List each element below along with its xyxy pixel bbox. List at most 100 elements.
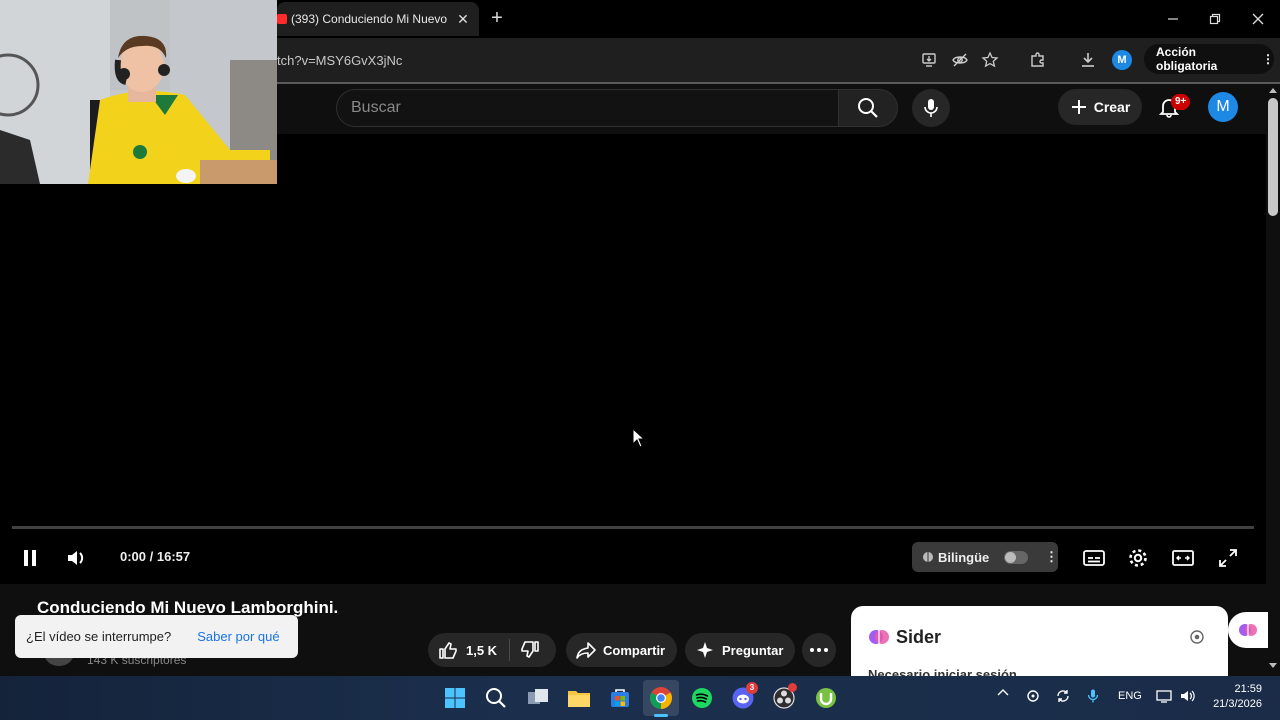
eye-off-icon [952,53,968,67]
minimize-button[interactable] [1158,6,1188,32]
tracking-protection-button[interactable] [948,48,972,72]
search-box[interactable] [336,89,838,127]
profile-button[interactable]: M [1110,48,1134,72]
scroll-up-arrow-icon[interactable] [1268,86,1278,94]
task-view-icon [528,689,548,704]
microphone-tray-icon[interactable] [1087,689,1099,703]
webcam-overlay [0,0,277,184]
video-player[interactable] [0,134,1266,584]
tray-overflow-icon[interactable] [997,688,1009,696]
share-icon [576,642,596,659]
clock-time: 21:59 [1234,683,1262,695]
settings-button[interactable] [1123,543,1153,573]
share-button[interactable]: Compartir [566,633,677,667]
utorrent-icon [816,688,836,708]
more-horiz-icon [810,648,828,652]
learn-why-link[interactable]: Saber por qué [197,629,279,644]
theater-mode-button[interactable] [1168,543,1198,573]
volume-icon [68,551,84,565]
like-dislike-group: 1,5 K [428,633,556,667]
time-display: 0:00 / 16:57 [120,549,191,564]
chrome-taskbar-button[interactable] [643,680,679,716]
dislike-button[interactable] [510,640,550,660]
speaker-icon[interactable] [1180,689,1196,703]
new-tab-button[interactable]: + [486,8,508,30]
taskbar-clock[interactable]: 21:59 21/3/2026 [1208,682,1262,712]
bilingual-label: Bilingüe [937,549,990,565]
progress-bar[interactable] [12,526,1254,529]
account-avatar[interactable]: M [1208,92,1238,122]
create-button[interactable]: Crear [1058,89,1142,125]
downloads-button[interactable] [1076,48,1100,72]
search-icon [486,688,506,708]
search-button[interactable] [838,89,898,127]
bilingual-switch[interactable] [1004,550,1028,564]
target-icon [1190,630,1204,644]
microsoft-store-button[interactable] [602,680,638,716]
file-explorer-button[interactable] [561,680,597,716]
task-view-button[interactable] [520,680,556,716]
recording-indicator [788,683,797,692]
pause-icon [24,550,36,566]
utorrent-button[interactable] [808,680,844,716]
search-input[interactable] [351,99,821,117]
close-window-button[interactable] [1243,6,1273,32]
ask-label: Preguntar [722,642,784,658]
subtitles-button[interactable] [1079,543,1109,573]
browser-tab[interactable]: (393) Conduciendo Mi Nuevo L ✕ [277,2,479,36]
sider-login-required: Necesario iniciar sesión [868,667,1017,676]
gear-icon [1129,549,1147,567]
chrome-icon [650,687,672,709]
microphone-icon [924,99,938,117]
url-text: tch?v=MSY6GvX3jNc [277,52,403,68]
folder-icon [568,691,590,707]
subtitles-icon [1083,550,1105,566]
star-icon [981,51,999,68]
fullscreen-button[interactable] [1213,543,1243,573]
bilingual-subtitles-toggle[interactable]: Bilingüe ⋮ [912,542,1058,572]
address-bar[interactable]: tch?v=MSY6GvX3jNc [277,45,1012,75]
puzzle-icon [1031,52,1044,67]
store-icon [611,689,629,707]
theater-icon [1172,550,1194,566]
thumbs-down-icon [521,641,539,658]
spotify-button[interactable] [684,680,720,716]
youtube-favicon-icon [277,14,287,24]
tab-close-button[interactable]: ✕ [455,11,471,28]
pause-button[interactable] [15,543,45,573]
install-app-icon [922,53,936,67]
discord-badge: 3 [746,682,758,694]
scroll-down-arrow-icon[interactable] [1268,662,1278,670]
update-icon[interactable] [1056,689,1070,703]
share-label: Compartir [603,642,666,658]
taskbar-search-button[interactable] [478,680,514,716]
more-vert-icon[interactable]: ⋮ [1045,549,1058,565]
bookmark-button[interactable] [978,48,1002,72]
sider-launcher-button[interactable] [1228,612,1268,648]
playback-issue-toast: ¿El vídeo se interrumpe? Saber por qué [15,615,298,658]
sider-logo-icon [868,626,890,648]
minimize-icon [1168,18,1178,20]
ask-button[interactable]: Preguntar [685,633,795,667]
toast-message: ¿El vídeo se interrumpe? [26,629,172,644]
volume-button[interactable] [62,543,92,573]
restore-icon [1209,13,1221,25]
sider-title: Sider [896,627,942,647]
action-required-label: Acción obligatoria [1156,45,1218,73]
sync-icon[interactable] [1026,689,1040,703]
input-language[interactable]: ENG [1118,690,1142,702]
windows-logo-icon [445,688,465,708]
more-actions-button[interactable] [802,633,836,667]
network-icon[interactable] [1156,689,1172,703]
restore-button[interactable] [1200,6,1230,32]
extensions-button[interactable] [1026,48,1050,72]
action-required-button[interactable]: Acción obligatoria ⋮ [1144,44,1274,74]
scrollbar-thumb[interactable] [1268,98,1278,216]
install-app-button[interactable] [918,48,942,72]
voice-search-button[interactable] [912,89,950,127]
start-button[interactable] [437,680,473,716]
like-button[interactable]: 1,5 K [428,639,511,661]
search-icon [858,98,878,118]
plus-icon [1071,100,1086,114]
sider-target-button[interactable] [1188,628,1206,646]
